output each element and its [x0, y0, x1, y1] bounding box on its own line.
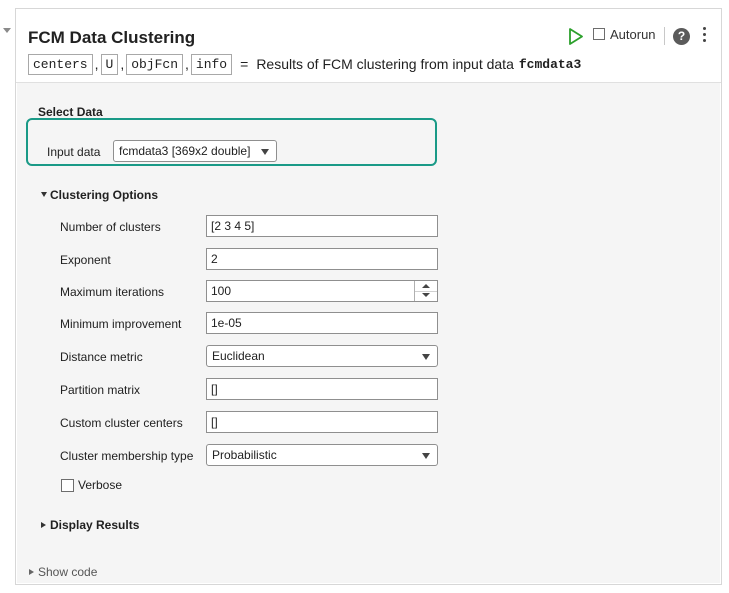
distance-metric-label: Distance metric [60, 350, 143, 364]
chevron-down-icon [422, 453, 430, 459]
num-clusters-field[interactable]: [2 3 4 5] [206, 215, 438, 237]
run-icon[interactable] [568, 28, 584, 45]
comma: , [185, 56, 189, 72]
select-data-title: Select Data [38, 105, 103, 119]
verbose-label: Verbose [78, 478, 123, 492]
membership-type-value: Probabilistic [212, 448, 277, 462]
show-code-toggle[interactable]: Show code [29, 565, 97, 579]
show-code-label: Show code [38, 565, 98, 579]
output-u[interactable]: U [100, 53, 119, 75]
decrement-icon[interactable] [415, 291, 437, 301]
partition-matrix-label: Partition matrix [60, 383, 141, 397]
verbose-checkbox[interactable] [61, 479, 74, 492]
partition-matrix-field[interactable]: [] [206, 378, 438, 400]
more-options-icon[interactable] [700, 27, 708, 45]
clustering-options-title: Clustering Options [50, 188, 158, 202]
equals-sign: = [240, 56, 249, 72]
highlight-box [26, 118, 437, 166]
output-info[interactable]: info [190, 53, 233, 75]
distance-metric-dropdown[interactable]: Euclidean [206, 345, 438, 367]
live-task-panel: FCM Data Clustering Autorun ? centers , … [15, 8, 722, 585]
clustering-options-header[interactable]: Clustering Options [41, 188, 158, 202]
distance-metric-value: Euclidean [212, 349, 265, 363]
custom-centers-field[interactable]: [] [206, 411, 438, 433]
task-title: FCM Data Clustering [28, 28, 196, 47]
exponent-label: Exponent [60, 253, 111, 267]
chevron-down-icon [422, 354, 430, 360]
output-objfcn[interactable]: objFcn [126, 53, 184, 75]
display-results-header[interactable]: Display Results [41, 518, 139, 532]
custom-centers-label: Custom cluster centers [60, 416, 183, 430]
max-iterations-value: 100 [211, 284, 232, 298]
spinner-buttons [414, 281, 437, 301]
autorun-label: Autorun [610, 27, 656, 42]
collapsed-triangle-icon [29, 568, 34, 575]
expanded-triangle-icon [41, 192, 47, 198]
data-variable: fcmdata3 [518, 56, 582, 72]
membership-type-dropdown[interactable]: Probabilistic [206, 444, 438, 466]
comma: , [94, 56, 99, 72]
collapse-task-icon[interactable] [3, 28, 11, 33]
collapsed-triangle-icon [41, 521, 46, 528]
num-clusters-label: Number of clusters [60, 220, 161, 234]
min-improvement-label: Minimum improvement [60, 317, 182, 331]
min-improvement-field[interactable]: 1e-05 [206, 312, 438, 334]
autorun-checkbox[interactable] [593, 28, 605, 40]
toolbar-divider [664, 27, 665, 45]
exponent-field[interactable]: 2 [206, 248, 438, 270]
display-results-title: Display Results [50, 518, 140, 532]
output-centers[interactable]: centers [28, 53, 93, 75]
comma: , [120, 56, 125, 72]
task-header: FCM Data Clustering Autorun ? centers , … [16, 9, 721, 83]
membership-type-label: Cluster membership type [60, 449, 194, 463]
code-description: Results of FCM clustering from input dat… [256, 56, 514, 72]
generated-code-summary: centers , U , objFcn , info = Results of… [28, 53, 581, 75]
help-icon[interactable]: ? [673, 28, 690, 45]
max-iterations-label: Maximum iterations [60, 285, 165, 299]
max-iterations-spinner[interactable]: 100 [206, 280, 438, 302]
